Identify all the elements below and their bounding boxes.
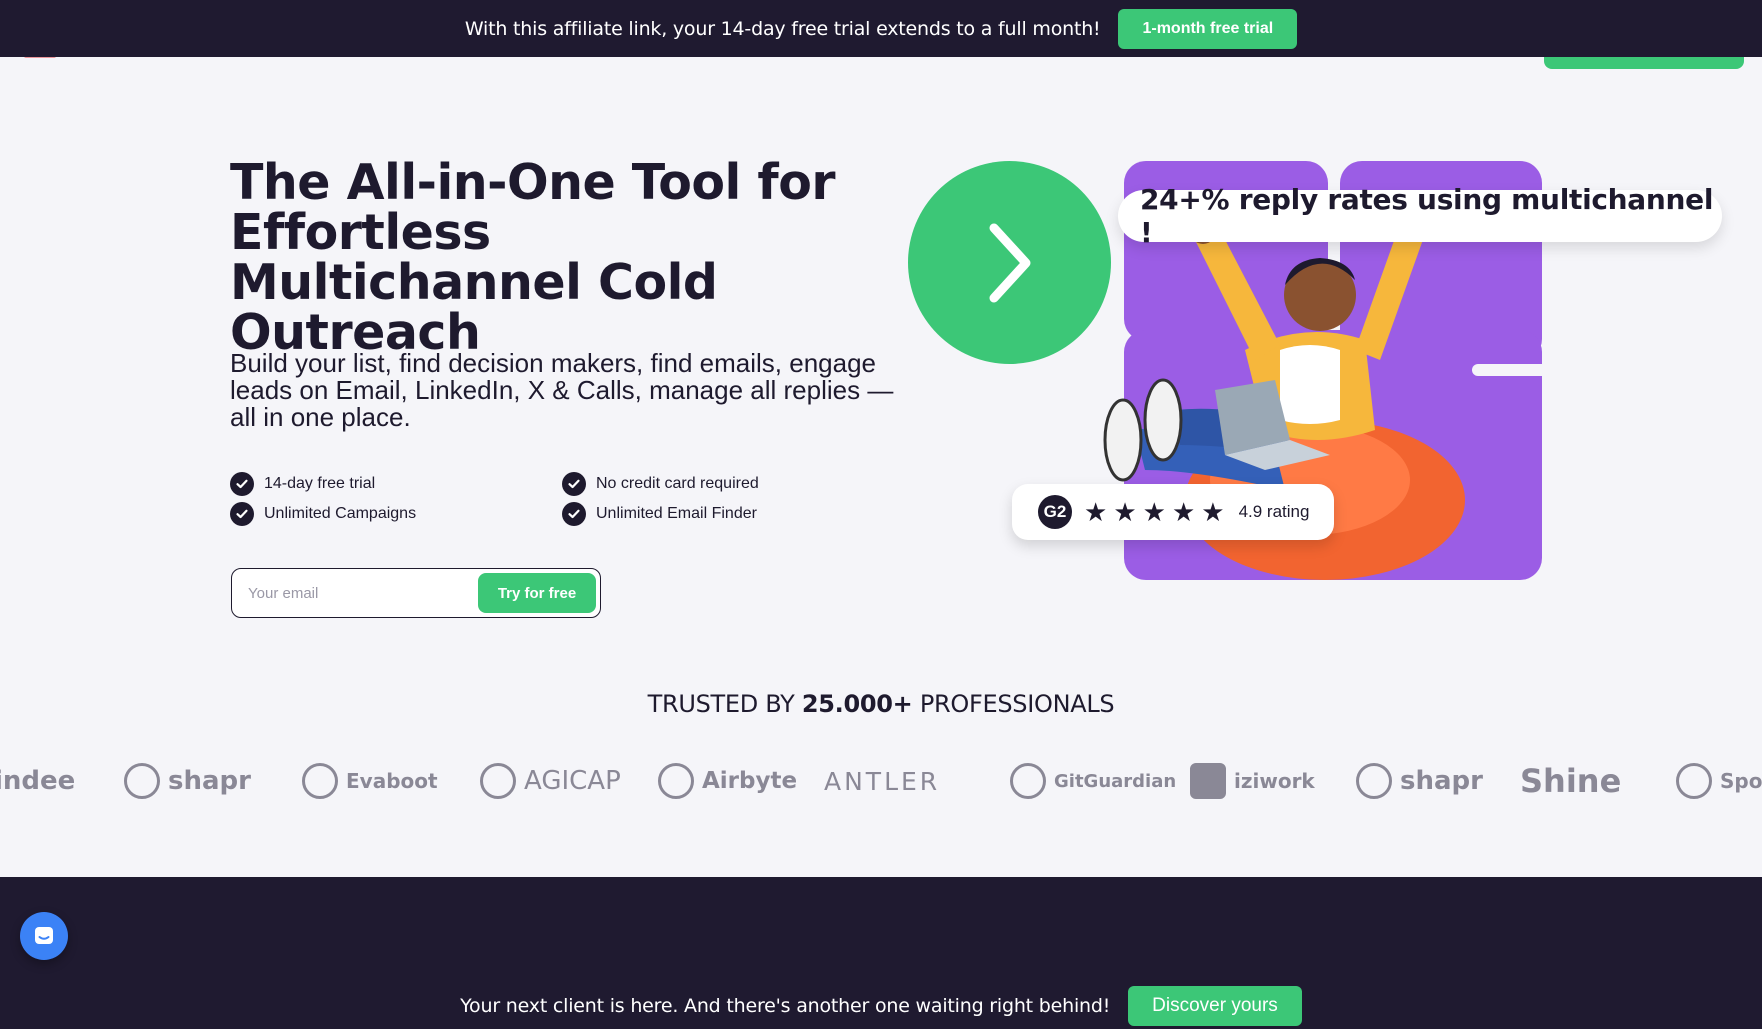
trusted-suffix: PROFESSIONALS: [919, 690, 1115, 718]
logo-airbyte: Airbyte: [658, 756, 797, 806]
logo-agicap: AGICAP: [480, 756, 621, 806]
feature-label: 14-day free trial: [264, 475, 376, 492]
reply-rate-badge: 24+% reply rates using multichannel !: [1118, 183, 1722, 249]
chevron-right-icon: [989, 223, 1030, 302]
logo-gitguardian: GitGuardian: [1010, 756, 1176, 806]
spotify-logo-icon: [1676, 763, 1712, 799]
check-icon: [562, 502, 586, 526]
affiliate-banner-message: With this affiliate link, your 14-day fr…: [464, 17, 1101, 40]
logo-iziwork: iziwork: [1190, 756, 1315, 806]
agicap-logo-icon: [480, 763, 516, 799]
star-icon: ★: [1113, 497, 1137, 527]
iziwork-logo-icon: [1190, 763, 1226, 799]
chat-launcher-button[interactable]: [20, 912, 68, 960]
feature-label: Unlimited Email Finder: [596, 505, 757, 522]
hero-title: The All-in-One Tool for Effortless Multi…: [230, 154, 836, 361]
logo-antler: ANTLER: [824, 766, 941, 796]
star-icon: ★: [1084, 497, 1108, 527]
feature-item: No credit card required: [562, 472, 822, 496]
gitguardian-logo-icon: [1010, 763, 1046, 799]
check-icon: [230, 472, 254, 496]
logo-shapr: shapr: [1356, 756, 1483, 806]
signup-form: Try for free: [231, 568, 601, 618]
check-icon: [230, 502, 254, 526]
try-for-free-button[interactable]: Try for free: [478, 573, 596, 613]
free-trial-button[interactable]: 1-month free trial: [1118, 8, 1298, 49]
star-icon: ★: [1142, 497, 1166, 527]
shapr-logo-icon: [1356, 763, 1392, 799]
feature-item: Unlimited Email Finder: [562, 502, 822, 526]
feature-item: 14-day free trial: [230, 472, 562, 496]
logo-indee: indee: [0, 766, 76, 796]
bottom-cta-bar: Your next client is here. And there's an…: [0, 983, 1762, 1029]
hero-subtitle: Build your list, find decision makers, f…: [230, 348, 894, 432]
shapr-logo-icon: [124, 763, 160, 799]
discover-button[interactable]: Discover yours: [1128, 986, 1302, 1026]
evaboot-logo-icon: [302, 763, 338, 799]
feature-list: 14-day free trial No credit card require…: [230, 472, 830, 526]
g2-logo: G2: [1038, 495, 1072, 529]
affiliate-banner: With this affiliate link, your 14-day fr…: [0, 0, 1762, 57]
email-input[interactable]: [248, 584, 478, 602]
logo-shapr: shapr: [124, 756, 251, 806]
check-icon: [562, 472, 586, 496]
bottom-cta-message: Your next client is here. And there's an…: [460, 995, 1111, 1017]
feature-label: Unlimited Campaigns: [264, 505, 417, 522]
trusted-by-heading: TRUSTED BY 25.000+ PROFESSIONALS: [0, 690, 1762, 718]
star-icon: ★: [1201, 497, 1225, 527]
rating-text: 4.9 rating: [1238, 502, 1310, 521]
star-icon: ★: [1171, 497, 1196, 527]
trusted-count: 25.000+: [801, 690, 913, 718]
feature-label: No credit card required: [596, 475, 759, 492]
chat-icon: [35, 927, 53, 944]
airbyte-logo-icon: [658, 763, 694, 799]
feature-item: Unlimited Campaigns: [230, 502, 562, 526]
logo-evaboot: Evaboot: [302, 756, 438, 806]
logo-spotify: Spotify: [1676, 756, 1762, 806]
rating-badge: G2 ★ ★ ★ ★ ★ 4.9 rating: [1012, 484, 1334, 540]
customer-logo-strip: indee shapr Evaboot AGICAP Airbyte ANTLE…: [0, 756, 1762, 806]
logo-shine: Shine: [1520, 762, 1622, 800]
trusted-prefix: TRUSTED BY: [647, 690, 795, 718]
